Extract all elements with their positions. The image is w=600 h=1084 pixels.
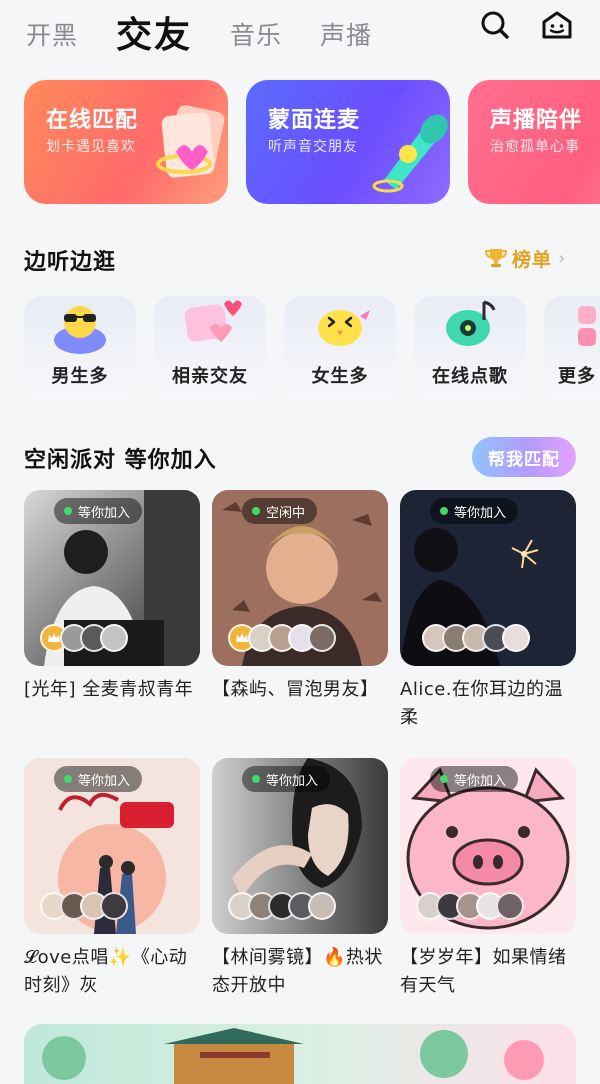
- feature-subtitle: 治愈孤单心事: [490, 139, 580, 155]
- status-text: 等你加入: [454, 505, 507, 521]
- member-avatars: [228, 624, 336, 652]
- tab-yinyue[interactable]: 音乐: [230, 16, 282, 52]
- feature-card-masked-mic[interactable]: 蒙面连麦 听声音交朋友: [246, 80, 450, 204]
- trophy-icon: [484, 249, 508, 267]
- status-badge: 等你加入: [242, 766, 331, 792]
- room-thumbnail: 等你加入: [212, 758, 388, 934]
- room-thumbnail: 等你加入: [24, 758, 200, 934]
- status-badge: 等你加入: [54, 498, 143, 524]
- feature-subtitle: 听声音交朋友: [268, 139, 358, 155]
- category-dating[interactable]: 相亲交友: [154, 296, 266, 400]
- avatar: [308, 624, 336, 652]
- room-thumbnail: 等你加入: [400, 758, 576, 934]
- section-title-party: 空闲派对 等你加入: [24, 448, 217, 473]
- online-dot: [64, 775, 72, 783]
- room-title: 𝓛ove点唱✨《心动时刻》灰: [24, 947, 188, 996]
- category-label: 相亲交友: [172, 366, 248, 387]
- category-label: 在线点歌: [432, 366, 508, 387]
- grid-more-icon: [578, 306, 596, 346]
- room-title: 【岁岁年】如果情绪有天气: [400, 947, 567, 996]
- category-label: 男生多: [51, 366, 109, 387]
- room-thumbnail: 等你加入: [24, 490, 200, 666]
- feature-card-row: 在线匹配 划卡遇见喜欢 蒙面连麦 听声音交朋友 声播陪伴 治愈孤单心事: [0, 80, 600, 206]
- room-title: [光年] 全麦青叔青年: [24, 679, 194, 700]
- home-icon[interactable]: [540, 8, 574, 42]
- avatar: [502, 624, 530, 652]
- room-thumbnail: 空闲中: [212, 490, 388, 666]
- status-badge: 空闲中: [242, 498, 318, 524]
- tab-shengbo[interactable]: 声播: [320, 16, 372, 52]
- megaphone-icon: [372, 114, 448, 193]
- ranking-link[interactable]: 榜单 ›: [484, 244, 565, 272]
- online-dot: [440, 507, 448, 515]
- status-badge: 等你加入: [54, 766, 143, 792]
- category-boys[interactable]: 男生多: [24, 296, 136, 400]
- room-title: 【林间雾镜】🔥热状态开放中: [212, 947, 383, 996]
- feature-title: 蒙面连麦: [268, 108, 361, 133]
- tab-jiaoyou[interactable]: 交友: [116, 6, 192, 58]
- online-dot: [252, 507, 260, 515]
- room-title: Alice.在你耳边的温柔: [400, 679, 564, 728]
- online-dot: [64, 507, 72, 515]
- member-avatars: [228, 892, 336, 920]
- feature-subtitle: 划卡遇见喜欢: [46, 139, 136, 155]
- sunglasses-mascot-icon: [54, 306, 106, 354]
- top-nav: 开黑 交友 音乐 声播: [0, 0, 600, 64]
- tab-kaihei[interactable]: 开黑: [26, 16, 78, 52]
- feature-title: 声播陪伴: [490, 108, 583, 133]
- category-more[interactable]: 更多: [544, 296, 600, 400]
- status-badge: 等你加入: [430, 766, 519, 792]
- category-label: 女生多: [311, 366, 369, 387]
- avatar: [308, 892, 336, 920]
- status-text: 等你加入: [454, 773, 507, 789]
- section-title-listen: 边听边逛: [24, 250, 117, 275]
- category-label: 更多: [558, 366, 596, 387]
- feature-card-online-match[interactable]: 在线匹配 划卡遇见喜欢: [24, 80, 228, 204]
- status-text: 等你加入: [266, 773, 319, 789]
- promo-banner[interactable]: [24, 1024, 576, 1084]
- chevron-right-icon: ›: [558, 247, 566, 269]
- avatar: [100, 892, 128, 920]
- category-row: 男生多 相亲交友 女生多 在线点歌 更多: [0, 296, 600, 406]
- room-thumbnail: 等你加入: [400, 490, 576, 666]
- avatar: [100, 624, 128, 652]
- swipe-cards-icon: [156, 105, 225, 178]
- avatar: [496, 892, 524, 920]
- vinyl-music-icon: [446, 300, 496, 346]
- feature-title: 在线匹配: [46, 108, 139, 133]
- hearts-icon: [184, 300, 242, 342]
- member-avatars: [40, 892, 128, 920]
- status-text: 等你加入: [78, 505, 131, 521]
- member-avatars: [422, 624, 530, 652]
- help-match-button[interactable]: 帮我匹配: [472, 437, 576, 477]
- category-girls[interactable]: 女生多: [284, 296, 396, 400]
- status-text: 空闲中: [266, 505, 306, 521]
- online-dot: [440, 775, 448, 783]
- member-avatars: [40, 624, 128, 652]
- room-title: 【森屿、冒泡男友】: [212, 679, 379, 700]
- status-text: 等你加入: [78, 773, 131, 789]
- search-icon[interactable]: [478, 8, 512, 42]
- palace-illustration: [42, 1028, 544, 1084]
- feature-card-voice-company[interactable]: 声播陪伴 治愈孤单心事: [468, 80, 600, 204]
- chick-mascot-icon: [318, 310, 370, 346]
- online-dot: [252, 775, 260, 783]
- status-badge: 等你加入: [430, 498, 519, 524]
- category-song-request[interactable]: 在线点歌: [414, 296, 526, 400]
- ranking-label: 榜单: [512, 248, 553, 271]
- member-avatars: [416, 892, 524, 920]
